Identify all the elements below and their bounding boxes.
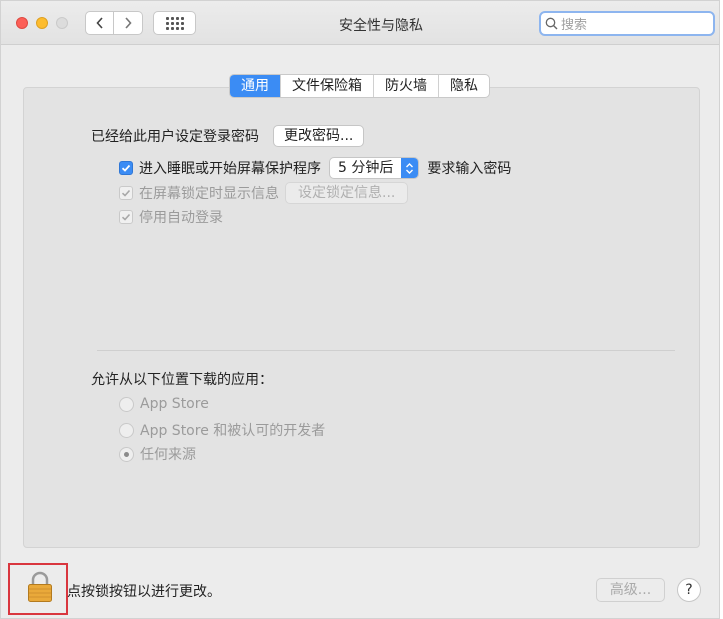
require-password-checkbox[interactable] <box>119 161 133 175</box>
padlock-icon <box>28 571 52 602</box>
tab-firewall[interactable]: 防火墙 <box>374 75 439 97</box>
tab-general[interactable]: 通用 <box>230 75 281 97</box>
advanced-button[interactable]: 高级... <box>596 578 665 602</box>
radio-anywhere-label: 任何来源 <box>140 447 196 463</box>
search-placeholder: 搜索 <box>561 18 588 33</box>
zoom-window-button[interactable] <box>56 17 68 29</box>
chevron-updown-icon <box>401 158 419 178</box>
radio-app-store-label: App Store <box>140 396 209 412</box>
search-icon <box>545 17 558 30</box>
forward-button[interactable] <box>114 11 143 35</box>
downloads-heading: 允许从以下位置下载的应用： <box>91 372 273 388</box>
lock-button[interactable] <box>27 571 53 607</box>
checkmark-icon <box>121 213 131 221</box>
grid-icon <box>165 16 184 30</box>
radio-identified-row: App Store 和被认可的开发者 <box>119 420 325 440</box>
lock-instruction: 点按锁按钮以进行更改。 <box>67 584 221 600</box>
checkmark-icon <box>121 189 131 197</box>
tab-privacy[interactable]: 隐私 <box>439 75 489 97</box>
show-message-row: 在屏幕锁定时显示信息 设定锁定信息... <box>119 182 409 204</box>
preferences-window: 安全性与隐私 搜索 通用 文件保险箱 防火墙 隐私 已经给此用户设定登录密码 更… <box>0 0 720 619</box>
checkmark-icon <box>121 164 131 172</box>
show-message-label: 在屏幕锁定时显示信息 <box>139 186 279 202</box>
set-lock-message-button[interactable]: 设定锁定信息... <box>285 182 409 204</box>
password-row: 已经给此用户设定登录密码 更改密码... <box>91 125 365 147</box>
minimize-window-button[interactable] <box>36 17 48 29</box>
radio-identified-developers[interactable] <box>119 422 134 438</box>
title-bar: 安全性与隐私 搜索 <box>1 1 719 45</box>
close-window-button[interactable] <box>16 17 28 29</box>
disable-autologin-row: 停用自动登录 <box>119 207 223 227</box>
search-field[interactable]: 搜索 <box>539 11 715 36</box>
require-password-label: 进入睡眠或开始屏幕保护程序 <box>139 161 321 177</box>
radio-anywhere[interactable] <box>119 446 134 462</box>
chevron-left-icon <box>95 17 103 29</box>
disable-autologin-label: 停用自动登录 <box>139 210 223 226</box>
radio-app-store[interactable] <box>119 396 134 412</box>
radio-anywhere-row: 任何来源 <box>119 444 196 464</box>
disable-autologin-checkbox[interactable] <box>119 210 133 224</box>
show-message-checkbox[interactable] <box>119 186 133 200</box>
help-button[interactable]: ? <box>677 578 701 602</box>
radio-identified-label: App Store 和被认可的开发者 <box>140 423 326 439</box>
section-divider <box>97 350 675 351</box>
tab-bar: 通用 文件保险箱 防火墙 隐私 <box>229 74 490 98</box>
change-password-button[interactable]: 更改密码... <box>273 125 365 147</box>
password-label: 已经给此用户设定登录密码 <box>91 129 259 145</box>
require-password-suffix: 要求输入密码 <box>427 161 512 177</box>
password-delay-value: 5 分钟后 <box>338 160 394 176</box>
chevron-right-icon <box>125 17 132 29</box>
tab-filevault[interactable]: 文件保险箱 <box>281 75 374 97</box>
show-all-button[interactable] <box>153 11 196 35</box>
password-delay-popup[interactable]: 5 分钟后 <box>329 157 420 179</box>
back-button[interactable] <box>85 11 114 35</box>
radio-app-store-row: App Store <box>119 396 209 412</box>
window-title: 安全性与隐私 <box>339 18 423 34</box>
require-password-row: 进入睡眠或开始屏幕保护程序 5 分钟后 要求输入密码 <box>119 157 511 179</box>
